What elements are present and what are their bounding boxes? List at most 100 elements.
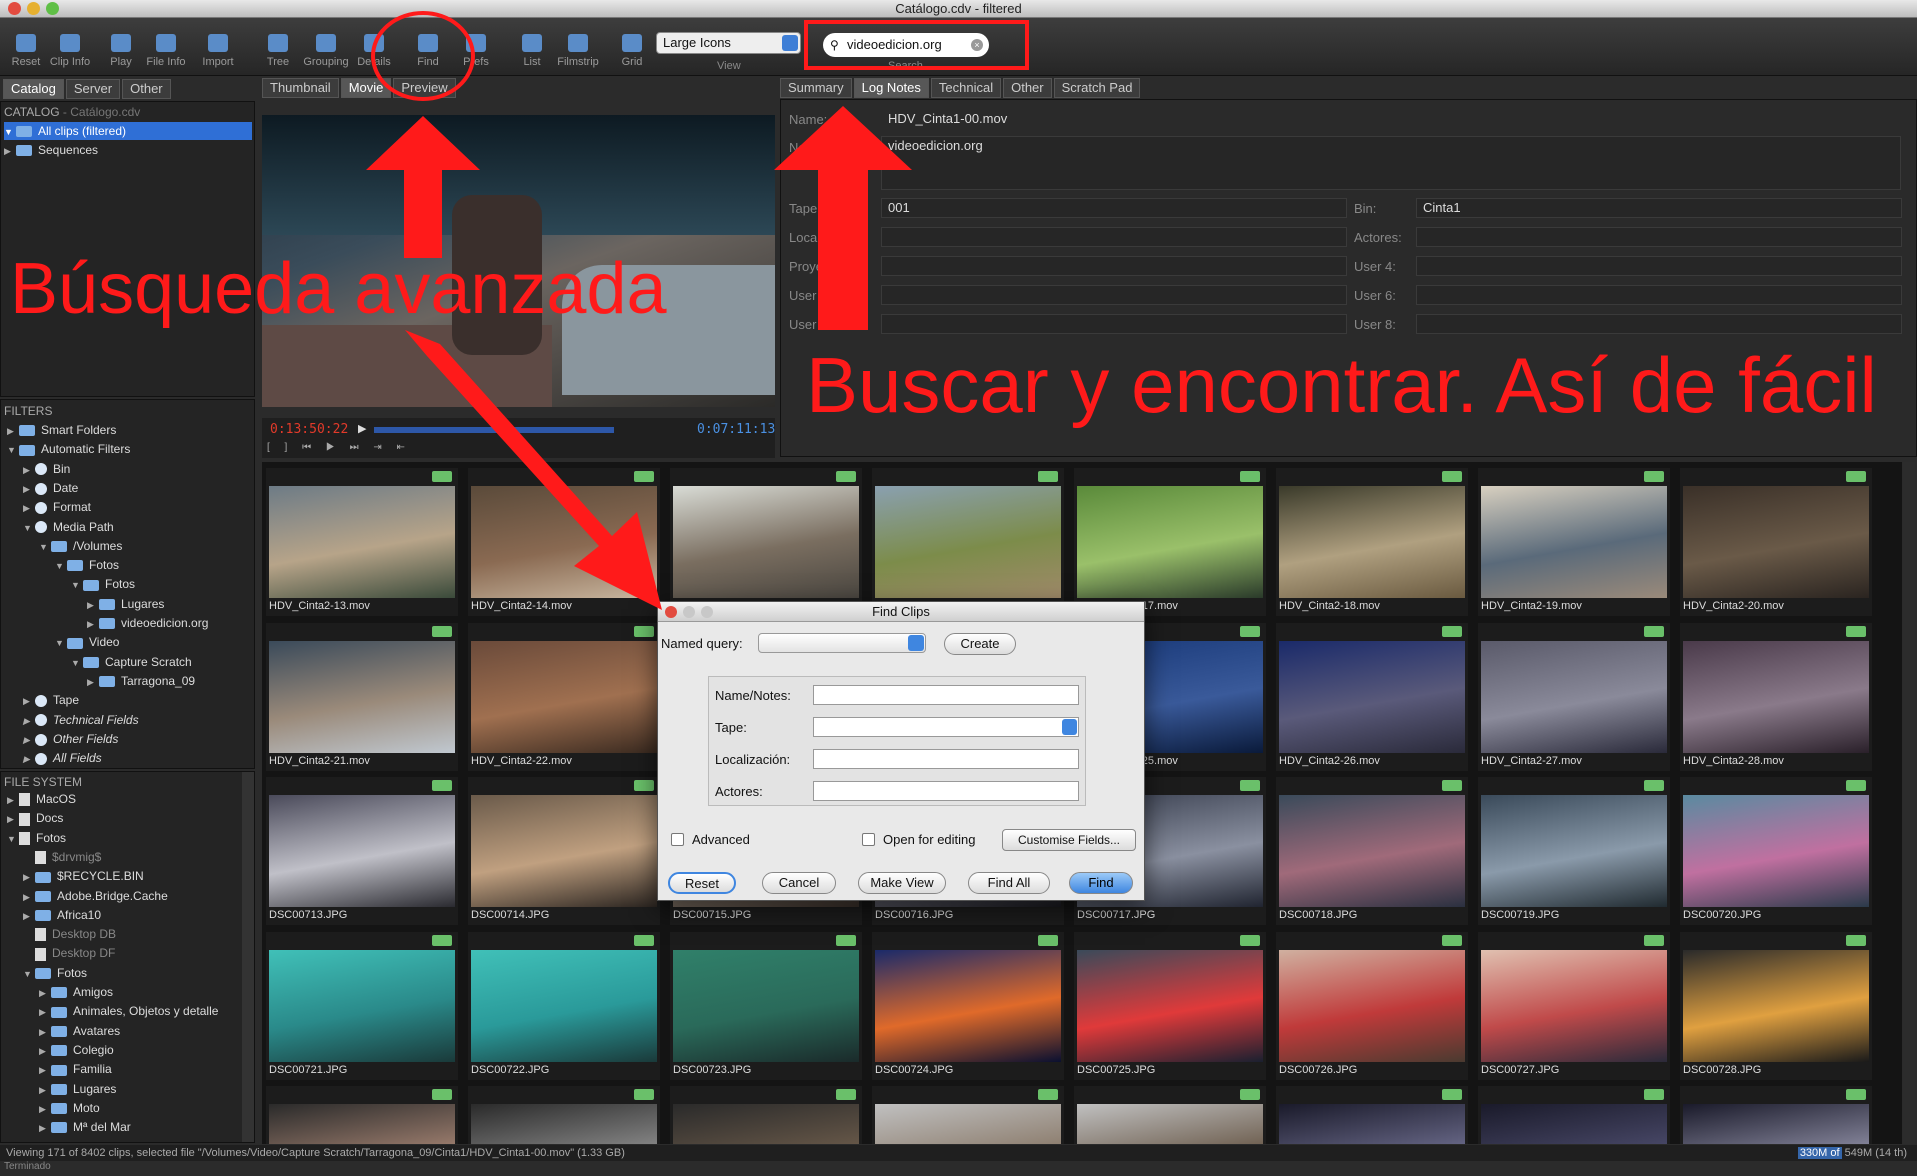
- find-all-button[interactable]: Find All: [968, 872, 1050, 894]
- filter-item[interactable]: ▶ Technical Fields: [23, 711, 139, 729]
- actores-field[interactable]: [1416, 227, 1902, 247]
- view-select[interactable]: Large Icons: [656, 32, 801, 54]
- filter-item[interactable]: ▶ Tape: [23, 691, 79, 709]
- file-system-item[interactable]: Desktop DF: [23, 944, 115, 962]
- disclosure-triangle-icon[interactable]: ▶: [39, 1081, 51, 1099]
- clip-thumbnail[interactable]: DSC00719.JPG: [1478, 777, 1670, 925]
- tab-thumbnail[interactable]: Thumbnail: [262, 78, 339, 98]
- localizacion-field[interactable]: [881, 227, 1347, 247]
- close-dialog-button[interactable]: [665, 606, 677, 618]
- file-system-item[interactable]: $drvmig$: [23, 848, 101, 866]
- clip-thumbnail[interactable]: [468, 1086, 660, 1144]
- toolbar-details-button[interactable]: Details: [346, 20, 402, 68]
- clip-thumbnail[interactable]: HDV_Cinta2-27.mov: [1478, 622, 1670, 771]
- disclosure-triangle-icon[interactable]: ▶: [87, 673, 99, 691]
- toolbar-clip-info-button[interactable]: Clip Info: [42, 20, 98, 68]
- disclosure-triangle-icon[interactable]: ▼: [23, 519, 35, 537]
- transport-buttons[interactable]: [ ] ⏮ ▶ ⏭ ⇥ ⇤: [267, 442, 767, 454]
- clip-thumbnail[interactable]: DSC00720.JPG: [1680, 777, 1872, 925]
- proyecto-field[interactable]: [881, 256, 1347, 276]
- clip-thumbnail[interactable]: HDV_Cinta2-22.mov: [468, 622, 660, 771]
- clip-thumbnail[interactable]: [670, 1086, 862, 1144]
- disclosure-triangle-icon[interactable]: ▶: [39, 1042, 51, 1060]
- tab-server[interactable]: Server: [65, 79, 121, 99]
- play-icon[interactable]: ▶: [358, 422, 366, 435]
- tab-movie[interactable]: Movie: [340, 78, 392, 98]
- disclosure-triangle-icon[interactable]: ▼: [23, 965, 35, 983]
- clip-thumbnail[interactable]: [1680, 1086, 1872, 1144]
- clip-thumbnail[interactable]: HDV_Cinta2-16.mov: [872, 468, 1064, 616]
- tab-scratch-pad[interactable]: Scratch Pad: [1053, 78, 1141, 98]
- file-system-item[interactable]: ▼ Fotos: [7, 829, 66, 847]
- disclosure-triangle-icon[interactable]: ▶: [39, 1100, 51, 1118]
- disclosure-triangle-icon[interactable]: ▶: [39, 1023, 51, 1041]
- tab-other[interactable]: Other: [1003, 78, 1052, 98]
- filter-item[interactable]: ▶ All Fields: [23, 749, 102, 767]
- tab-log-notes[interactable]: Log Notes: [853, 78, 929, 98]
- filter-item[interactable]: ▶ Tarragona_09: [87, 672, 195, 690]
- clip-thumbnail[interactable]: HDV_Cinta2-21.mov: [266, 622, 458, 771]
- clip-thumbnail[interactable]: [1074, 1086, 1266, 1144]
- file-system-scrollbar[interactable]: [242, 772, 254, 1142]
- file-system-item[interactable]: ▼ Fotos: [23, 964, 87, 982]
- tab-technical[interactable]: Technical: [930, 78, 1002, 98]
- filter-item[interactable]: ▶ Bin: [23, 460, 70, 478]
- cancel-button[interactable]: Cancel: [762, 872, 836, 894]
- disclosure-triangle-icon[interactable]: ▶: [23, 461, 35, 479]
- user8-field[interactable]: [1416, 314, 1902, 334]
- clip-thumbnail[interactable]: HDV_Cinta2-19.mov: [1478, 468, 1670, 616]
- filter-item[interactable]: ▼ /Volumes: [39, 537, 122, 555]
- localizacion-find-input[interactable]: [813, 749, 1079, 769]
- clip-thumbnail[interactable]: [1478, 1086, 1670, 1144]
- filter-item[interactable]: ▶ videoedicion.org: [87, 614, 208, 632]
- toolbar-prefs-button[interactable]: Prefs: [448, 20, 504, 68]
- filter-item[interactable]: ▼ Media Path: [23, 518, 114, 536]
- disclosure-triangle-icon[interactable]: ▶: [23, 480, 35, 498]
- clip-thumbnail[interactable]: DSC00727.JPG: [1478, 931, 1670, 1080]
- clip-thumbnail[interactable]: DSC00722.JPG: [468, 931, 660, 1080]
- clip-thumbnail[interactable]: HDV_Cinta2-26.mov: [1276, 622, 1468, 771]
- clip-thumbnail[interactable]: HDV_Cinta2-17.mov: [1074, 468, 1266, 616]
- filter-item[interactable]: ▶ Format: [23, 498, 91, 516]
- name-notes-input[interactable]: [813, 685, 1079, 705]
- reset-button[interactable]: Reset: [668, 872, 736, 894]
- timeline-scrubber[interactable]: [374, 427, 614, 433]
- tab-preview[interactable]: Preview: [393, 78, 456, 98]
- disclosure-triangle-icon[interactable]: ▼: [71, 654, 83, 672]
- find-button[interactable]: Find: [1069, 872, 1133, 894]
- disclosure-triangle-icon[interactable]: ▶: [23, 692, 35, 710]
- filter-item[interactable]: ▼ Fotos: [55, 556, 119, 574]
- disclosure-triangle-icon[interactable]: ▶: [23, 712, 35, 730]
- file-system-item[interactable]: Desktop DB: [23, 925, 116, 943]
- catalog-item-sequences[interactable]: ▶ Sequences: [4, 141, 98, 159]
- clip-thumbnail[interactable]: HDV_Cinta2-18.mov: [1276, 468, 1468, 616]
- disclosure-triangle-icon[interactable]: ▶: [39, 984, 51, 1002]
- clip-thumbnail[interactable]: DSC00724.JPG: [872, 931, 1064, 1080]
- zoom-dialog-button[interactable]: [701, 606, 713, 618]
- clip-thumbnail[interactable]: HDV_Cinta2-13.mov: [266, 468, 458, 616]
- file-system-item[interactable]: ▶ MacOS: [7, 790, 76, 808]
- disclosure-triangle-icon[interactable]: ▶: [39, 1061, 51, 1079]
- filter-item[interactable]: ▼ Capture Scratch: [71, 653, 192, 671]
- disclosure-triangle-icon[interactable]: ▼: [55, 634, 67, 652]
- filter-item[interactable]: ▼ Video: [55, 633, 119, 651]
- file-system-item[interactable]: ▶ Africa10: [23, 906, 101, 924]
- disclosure-triangle-icon[interactable]: ▶: [7, 791, 19, 809]
- disclosure-triangle-icon[interactable]: ▶: [23, 750, 35, 768]
- create-button[interactable]: Create: [944, 633, 1016, 655]
- user4-field[interactable]: [1416, 256, 1902, 276]
- user7-field[interactable]: [881, 314, 1347, 334]
- disclosure-triangle-icon[interactable]: ▼: [55, 557, 67, 575]
- customise-fields-button[interactable]: Customise Fields...: [1002, 829, 1136, 851]
- disclosure-triangle-icon[interactable]: ▶: [39, 1003, 51, 1021]
- make-view-button[interactable]: Make View: [858, 872, 946, 894]
- filter-item[interactable]: ▶ Lugares: [87, 595, 164, 613]
- disclosure-triangle-icon[interactable]: ▶: [39, 1119, 51, 1137]
- filter-item[interactable]: ▼ Fotos: [71, 575, 135, 593]
- named-query-select[interactable]: [758, 633, 926, 653]
- filter-item[interactable]: ▶ Date: [23, 479, 78, 497]
- clip-grid-scrollbar[interactable]: [1903, 462, 1915, 1144]
- advanced-checkbox[interactable]: [671, 833, 684, 846]
- disclosure-triangle-icon[interactable]: ▶: [23, 499, 35, 517]
- user5-field[interactable]: [881, 285, 1347, 305]
